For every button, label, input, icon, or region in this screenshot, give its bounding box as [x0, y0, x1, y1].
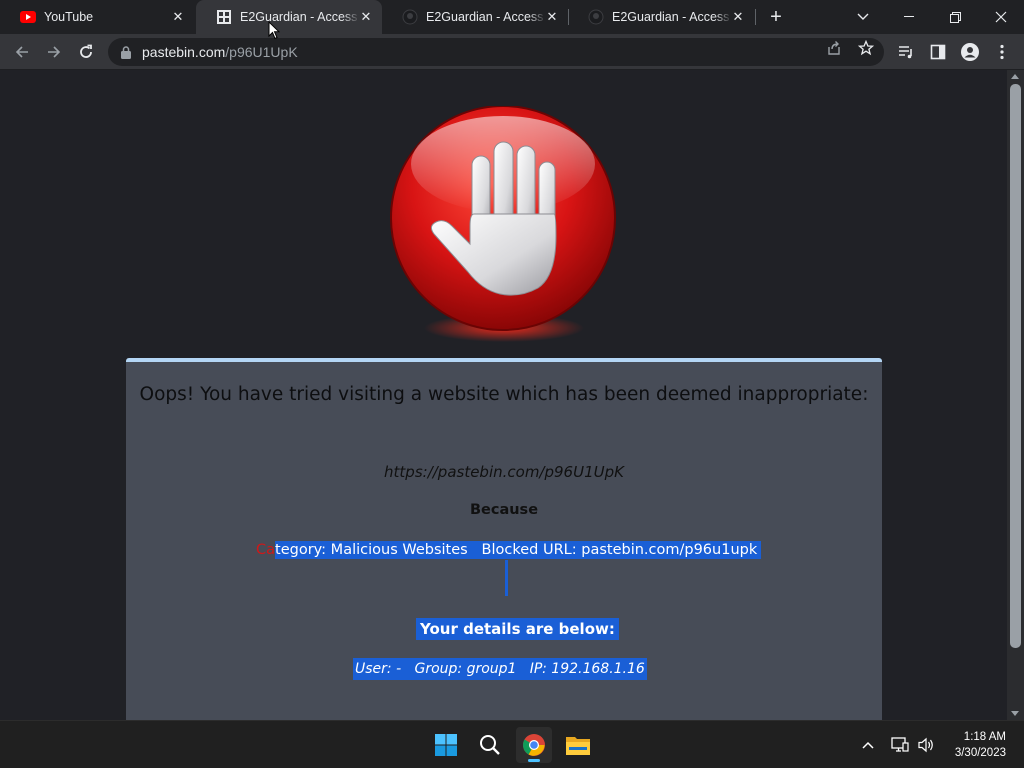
volume-icon: [918, 737, 933, 753]
chevron-up-icon: [862, 741, 874, 749]
new-tab-button[interactable]: +: [766, 7, 786, 27]
window-close-button[interactable]: [978, 0, 1024, 34]
tab-e2guardian-active[interactable]: E2Guardian - Access Denied ✕: [196, 0, 382, 34]
taskbar: 1:18 AM 3/30/2023: [0, 720, 1024, 768]
restore-button[interactable]: [932, 0, 978, 34]
menu-button[interactable]: [990, 40, 1014, 64]
back-button[interactable]: [10, 40, 34, 64]
arrow-right-icon: [48, 46, 61, 58]
mouse-cursor-icon: [268, 21, 280, 40]
network-button[interactable]: [888, 733, 912, 757]
forward-button[interactable]: [42, 40, 66, 64]
taskbar-search-button[interactable]: [472, 727, 508, 763]
url-domain: pastebin.com: [142, 44, 226, 60]
tab-e2guardian-3[interactable]: E2Guardian - Access Denied ✕: [568, 0, 754, 34]
tab-title: E2Guardian - Access Denied: [426, 10, 546, 24]
reload-button[interactable]: [74, 40, 98, 64]
active-indicator: [528, 759, 540, 762]
tab-e2guardian-2[interactable]: E2Guardian - Access Denied ✕: [382, 0, 568, 34]
lock-icon[interactable]: [118, 44, 134, 60]
reload-icon: [80, 44, 92, 58]
url-path: /p96U1UpK: [225, 44, 298, 60]
page-viewport: Oops! You have tried visiting a website …: [0, 70, 1024, 720]
close-icon[interactable]: ✕: [730, 9, 746, 25]
side-panel-button[interactable]: [926, 40, 950, 64]
text-selection-caret: [505, 560, 508, 596]
tab-title: YouTube: [44, 10, 94, 24]
clock-time: 1:18 AM: [963, 731, 1006, 743]
browser-toolbar: pastebin.com/p96U1UpK: [0, 34, 1024, 70]
because-label: Because: [469, 502, 539, 518]
github-icon: [588, 9, 604, 25]
chrome-icon: [523, 734, 545, 756]
scroll-down-icon[interactable]: [1011, 711, 1019, 716]
page-title: Oops! You have tried visiting a website …: [139, 384, 869, 405]
start-icon: [435, 734, 457, 756]
avatar-icon: [961, 43, 979, 61]
close-icon[interactable]: ✕: [170, 9, 186, 25]
side-panel-icon: [930, 44, 946, 60]
details-heading: Your details are below:: [416, 618, 619, 640]
category-text: tegory: Malicious Websites Blocked URL: …: [275, 541, 762, 559]
taskbar-chrome[interactable]: [516, 727, 552, 763]
tab-separator: [755, 9, 756, 25]
close-icon[interactable]: ✕: [544, 9, 560, 25]
tab-search-button[interactable]: [840, 0, 886, 34]
media-queue-icon: [899, 46, 912, 59]
browser-window: YouTube ✕ E2Guardian - Access Denied ✕ E…: [0, 0, 1024, 768]
search-icon: [480, 735, 500, 755]
profile-button[interactable]: [958, 40, 982, 64]
tab-strip: YouTube ✕ E2Guardian - Access Denied ✕ E…: [0, 0, 1024, 34]
chevron-down-icon: [857, 13, 869, 20]
share-button[interactable]: [822, 38, 846, 58]
scrollbar-thumb[interactable]: [1010, 84, 1021, 648]
tray-overflow-button[interactable]: [856, 733, 880, 757]
minimize-button[interactable]: [886, 0, 932, 34]
volume-button[interactable]: [914, 733, 938, 757]
github-icon: [402, 9, 418, 25]
close-icon[interactable]: ✕: [358, 9, 374, 25]
user-details: User: - Group: group1 IP: 192.168.1.16: [353, 658, 647, 680]
network-icon: [891, 737, 909, 752]
blocked-url: https://pastebin.com/p96U1UpK: [384, 463, 624, 481]
tab-title: E2Guardian - Access Denied: [612, 10, 732, 24]
system-clock[interactable]: 1:18 AM 3/30/2023: [955, 729, 1006, 761]
start-button[interactable]: [428, 727, 464, 763]
taskbar-file-explorer[interactable]: [560, 727, 596, 763]
reading-list-button[interactable]: [894, 40, 918, 64]
kebab-menu-icon: [1000, 44, 1004, 60]
tab-youtube[interactable]: YouTube ✕: [0, 0, 194, 34]
block-message-panel: Oops! You have tried visiting a website …: [126, 358, 882, 720]
block-reason: Ca tegory: Malicious Websites Blocked URL…: [256, 539, 762, 561]
arrow-left-icon: [15, 46, 28, 58]
file-explorer-icon: [566, 737, 590, 755]
category-prefix: Ca: [256, 542, 276, 558]
clock-date: 3/30/2023: [954, 747, 1006, 759]
tab-title: E2Guardian - Access Denied: [240, 10, 360, 24]
vertical-scrollbar[interactable]: [1007, 70, 1024, 720]
url-text: pastebin.com/p96U1UpK: [142, 44, 298, 60]
star-icon: [858, 40, 874, 56]
scroll-up-icon[interactable]: [1011, 74, 1019, 79]
share-icon: [828, 41, 840, 55]
stop-hand-icon: [388, 105, 620, 346]
bookmark-button[interactable]: [854, 38, 878, 58]
address-bar[interactable]: pastebin.com/p96U1UpK: [108, 38, 884, 66]
youtube-icon: [20, 9, 36, 25]
e2guardian-icon: [216, 9, 232, 25]
